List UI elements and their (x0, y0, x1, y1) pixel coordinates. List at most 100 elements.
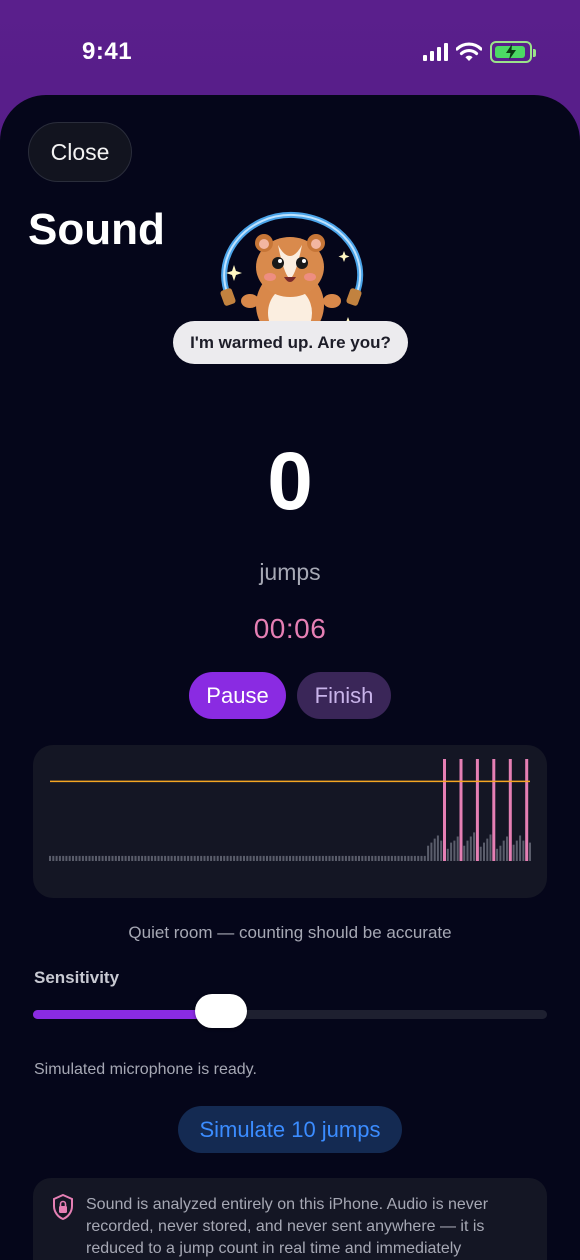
waveform-bar (147, 855, 150, 861)
waveform-bar (371, 855, 374, 861)
status-icons (423, 41, 536, 63)
waveform-bar (275, 855, 278, 861)
waveform-bar (341, 855, 344, 861)
status-bar: 9:41 (0, 0, 580, 100)
waveform-bar (213, 855, 216, 861)
sound-waveform (33, 745, 547, 898)
waveform-bar (312, 855, 314, 861)
sensitivity-slider-thumb[interactable] (194, 994, 247, 1028)
waveform-bar (210, 855, 213, 861)
waveform-bar (289, 855, 291, 861)
waveform-bar (259, 855, 262, 861)
waveform-peak (443, 759, 446, 861)
waveform-bar (269, 855, 272, 861)
waveform-bar (118, 855, 120, 861)
waveform-bar (529, 842, 531, 861)
waveform-bar (72, 855, 74, 861)
waveform-bar (95, 855, 97, 861)
waveform-bar (499, 845, 502, 861)
waveform-bar (154, 855, 157, 861)
waveform-bar (453, 840, 456, 861)
sensitivity-slider[interactable] (33, 994, 547, 1028)
waveform-bar (243, 855, 245, 861)
wifi-icon (456, 42, 482, 61)
waveform-bar (374, 855, 377, 861)
waveform-bar (407, 855, 410, 861)
waveform-bar (522, 840, 525, 861)
waveform-bar (279, 855, 282, 861)
waveform-bar (193, 855, 196, 861)
waveform-bar (410, 855, 413, 861)
waveform-bar (58, 855, 61, 861)
waveform-bar (272, 855, 275, 861)
waveform-bar (75, 855, 78, 861)
waveform-bar (167, 855, 170, 861)
waveform-bar (173, 855, 176, 861)
waveform-bar (88, 855, 91, 861)
waveform-bar (486, 838, 489, 861)
waveform-bar (68, 855, 71, 861)
waveform-bar (489, 834, 492, 861)
simulate-jumps-button[interactable]: Simulate 10 jumps (178, 1106, 402, 1153)
waveform-bar (331, 855, 334, 861)
waveform-bar (157, 855, 160, 861)
waveform-bar (436, 835, 439, 861)
waveform-bar (236, 855, 239, 861)
waveform-bar (354, 855, 357, 861)
waveform-bar (315, 855, 318, 861)
waveform-bar (351, 855, 354, 861)
waveform-bar (404, 855, 407, 861)
waveform-bar (417, 855, 420, 861)
waveform-bar (104, 855, 107, 861)
jump-count: 0 (267, 436, 313, 527)
privacy-text: Sound is analyzed entirely on this iPhon… (86, 1196, 489, 1257)
waveform-bar (512, 844, 515, 861)
waveform-bar (285, 855, 288, 861)
waveform-peak (492, 759, 496, 861)
waveform-bar (124, 855, 127, 861)
waveform-bar (206, 855, 209, 861)
waveform-bar (440, 840, 443, 861)
close-button[interactable]: Close (28, 122, 132, 182)
waveform-bar (479, 846, 482, 861)
waveform-bar (85, 855, 88, 861)
waveform-bar (302, 855, 305, 861)
waveform-bar (170, 855, 173, 861)
waveform-bar (180, 855, 183, 861)
lock-shield-icon (53, 1194, 73, 1220)
elapsed-timer: 00:06 (253, 613, 327, 644)
mic-status: Simulated microphone is ready. (34, 1061, 257, 1078)
waveform-bar (134, 855, 137, 861)
waveform-bar (450, 842, 453, 861)
waveform-bar (430, 842, 433, 861)
waveform-bar (164, 855, 167, 861)
waveform-bar (55, 855, 58, 861)
pause-button[interactable]: Pause (189, 672, 286, 719)
waveform-bar (358, 855, 360, 861)
waveform-bar (298, 855, 301, 861)
waveform-bar (78, 855, 81, 861)
waveform-bar (318, 855, 321, 861)
waveform-bar (252, 855, 255, 861)
waveform-peak (525, 759, 529, 861)
waveform-bar (321, 855, 324, 861)
waveform-bar (344, 855, 347, 861)
waveform-bar (144, 855, 147, 861)
waveform-bar (131, 855, 134, 861)
waveform-bar (203, 855, 206, 861)
waveform-bar (423, 855, 426, 861)
waveform-bar (101, 855, 104, 861)
waveform-bar (469, 836, 472, 861)
battery-charging-icon (490, 41, 536, 63)
waveform-bar (496, 848, 499, 861)
waveform-bar (413, 855, 416, 861)
waveform-bar (98, 855, 101, 861)
waveform-bar (141, 855, 144, 861)
waveform-bar (292, 855, 295, 861)
waveform-bar (52, 855, 55, 861)
mascot-speech-bubble: I'm warmed up. Are you? (173, 321, 408, 364)
finish-button[interactable]: Finish (297, 672, 391, 719)
waveform-bar (506, 836, 508, 861)
waveform-bar (473, 832, 476, 861)
waveform-bar (367, 855, 370, 861)
